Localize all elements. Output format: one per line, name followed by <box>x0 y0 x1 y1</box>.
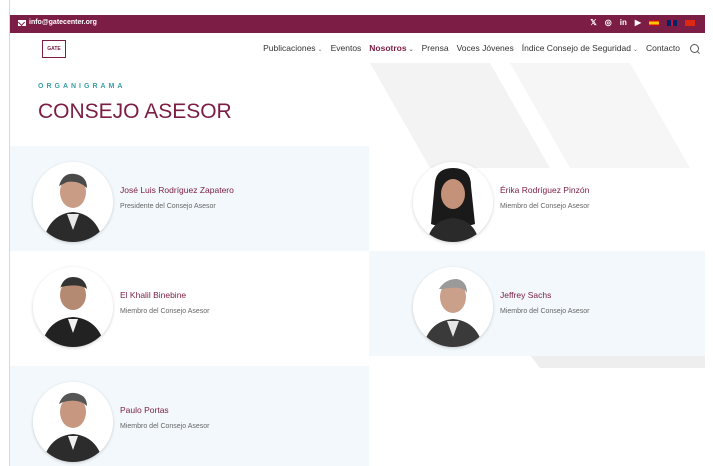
nav-item-contacto[interactable]: Contacto <box>646 43 680 53</box>
member-card: Jeffrey Sachs Miembro del Consejo Asesor <box>369 251 713 356</box>
mail-icon <box>18 19 26 26</box>
search-icon[interactable] <box>690 43 699 53</box>
chevron-down-icon: ⌄ <box>317 47 323 53</box>
email-link[interactable]: info@gatecenter.org <box>18 19 97 26</box>
member-role: Miembro del Consejo Asesor <box>120 423 210 430</box>
youtube-icon[interactable]: ▶ <box>635 18 641 27</box>
chevron-down-icon: ⌄ <box>632 47 638 53</box>
member-card: Paulo Portas Miembro del Consejo Asesor <box>10 366 369 466</box>
nav-item-eventos[interactable]: Eventos <box>331 43 362 53</box>
nav-item-indice-consejo[interactable]: Índice Consejo de Seguridad ⌄ <box>522 43 638 53</box>
member-role: Miembro del Consejo Asesor <box>500 203 590 210</box>
social-links: 𝕏 ◎ in ▶ <box>590 18 695 27</box>
member-card: Érika Rodríguez Pinzón Miembro del Conse… <box>369 146 713 251</box>
left-frame <box>0 0 10 466</box>
member-name[interactable]: Érika Rodríguez Pinzón <box>500 185 589 195</box>
member-name[interactable]: José Luis Rodríguez Zapatero <box>120 185 234 195</box>
main-menu: Publicaciones ⌄ Eventos Nosotros ⌄ Prensa … <box>263 43 699 53</box>
member-photo <box>33 382 113 462</box>
logo[interactable]: GATE <box>42 40 66 58</box>
page-title: CONSEJO ASESOR <box>38 100 232 123</box>
member-name[interactable]: El Khalil Binebine <box>120 290 186 300</box>
chevron-down-icon: ⌄ <box>408 47 414 53</box>
member-photo <box>413 267 493 347</box>
instagram-icon[interactable]: ◎ <box>605 18 612 27</box>
nav-item-nosotros[interactable]: Nosotros ⌄ <box>369 43 413 53</box>
top-bar: info@gatecenter.org 𝕏 ◎ in ▶ <box>10 15 705 33</box>
x-icon[interactable]: 𝕏 <box>590 18 596 27</box>
member-role: Miembro del Consejo Asesor <box>500 308 590 315</box>
page-kicker: ORGANIGRAMA <box>38 83 126 90</box>
member-photo <box>33 162 113 242</box>
uk-flag-icon[interactable] <box>667 19 677 26</box>
linkedin-icon[interactable]: in <box>620 18 627 27</box>
member-name[interactable]: Jeffrey Sachs <box>500 290 551 300</box>
main-navbar: GATE Publicaciones ⌄ Eventos Nosotros ⌄ Pr… <box>10 33 705 63</box>
nav-item-publicaciones[interactable]: Publicaciones ⌄ <box>263 43 322 53</box>
nav-item-prensa[interactable]: Prensa <box>422 43 449 53</box>
member-role: Miembro del Consejo Asesor <box>120 308 210 315</box>
nav-item-voces-jovenes[interactable]: Voces Jóvenes <box>457 43 514 53</box>
member-photo <box>33 267 113 347</box>
member-role: Presidente del Consejo Asesor <box>120 203 216 210</box>
spain-flag-icon[interactable] <box>649 19 659 26</box>
member-photo <box>413 162 493 242</box>
right-frame <box>705 0 713 466</box>
china-flag-icon[interactable] <box>685 19 695 26</box>
member-card: José Luis Rodríguez Zapatero Presidente … <box>10 146 369 251</box>
email-text: info@gatecenter.org <box>29 19 97 26</box>
member-card: El Khalil Binebine Miembro del Consejo A… <box>10 251 369 356</box>
member-name[interactable]: Paulo Portas <box>120 405 169 415</box>
